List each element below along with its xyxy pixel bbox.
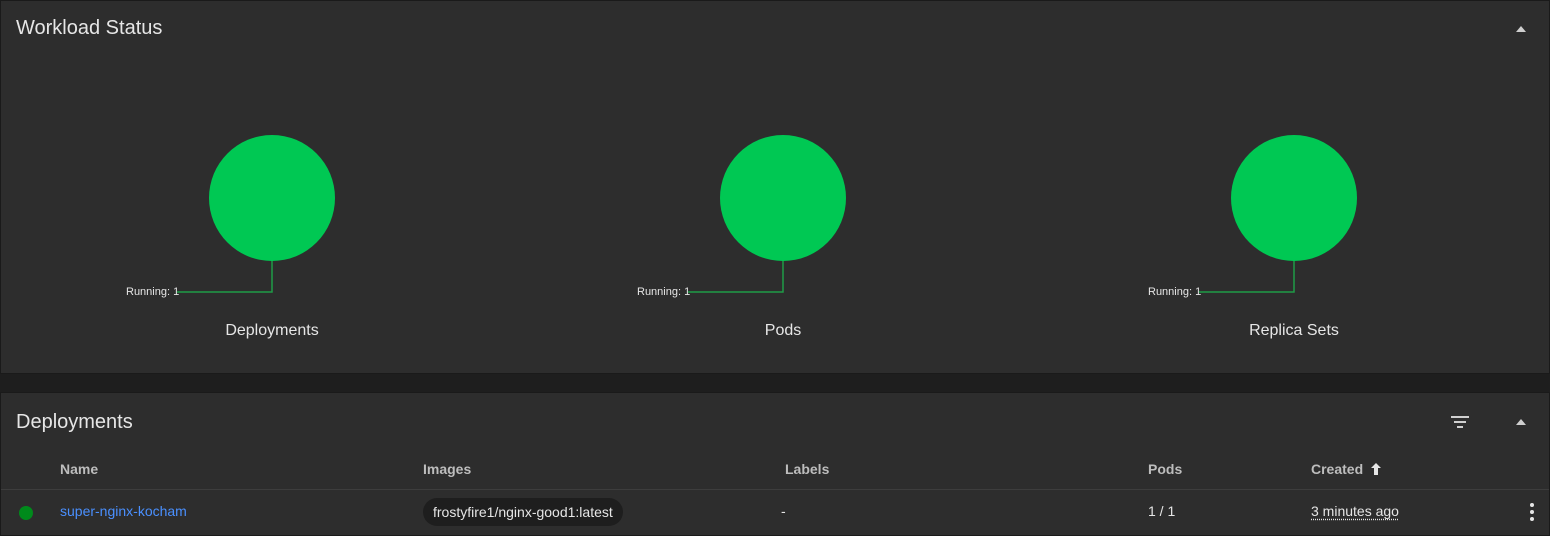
pods-pie xyxy=(688,135,846,293)
filter-button[interactable] xyxy=(1449,411,1471,433)
more-vert-icon xyxy=(1530,503,1534,521)
workload-status-card: Workload Status Running: 1 Deployments R… xyxy=(0,0,1550,374)
deployment-name-link[interactable]: super-nginx-kocham xyxy=(60,503,187,519)
replica-sets-chart: Running: 1 Replica Sets xyxy=(1144,101,1444,361)
collapse-workload-button[interactable] xyxy=(1511,19,1531,39)
replica-sets-pie xyxy=(1199,135,1357,293)
column-header-created[interactable]: Created xyxy=(1311,461,1382,477)
replica-sets-running-slice[interactable] xyxy=(1231,135,1357,261)
deployments-legend-leader xyxy=(177,261,273,293)
workload-status-title: Workload Status xyxy=(16,17,163,39)
deployments-running-label: Running: 1 xyxy=(126,286,180,298)
caret-up-icon xyxy=(1516,26,1526,32)
pods-chart: Running: 1 Pods xyxy=(633,101,933,361)
table-row: super-nginx-kocham frostyfire1/nginx-goo… xyxy=(1,490,1549,534)
column-header-images: Images xyxy=(423,461,472,477)
status-running-icon xyxy=(19,506,33,520)
replica-sets-legend-leader xyxy=(1199,261,1295,293)
deployments-title: Deployments xyxy=(16,411,133,433)
table-header: Name Images Labels Pods Created xyxy=(1,453,1549,490)
pods-value: 1 / 1 xyxy=(1148,503,1176,519)
replica-sets-running-label: Running: 1 xyxy=(1148,286,1202,298)
arrow-up-icon xyxy=(1371,463,1382,475)
deployments-pie xyxy=(177,135,335,293)
image-chip: frostyfire1/nginx-good1:latest xyxy=(423,498,623,526)
column-header-created-label: Created xyxy=(1311,461,1364,477)
labels-value: - xyxy=(781,503,786,519)
filter-icon xyxy=(1451,416,1469,428)
deployments-chart: Running: 1 Deployments xyxy=(122,101,422,361)
caret-up-icon xyxy=(1516,419,1526,425)
column-header-pods: Pods xyxy=(1148,461,1183,477)
row-actions-button[interactable] xyxy=(1529,502,1535,522)
pods-legend-leader xyxy=(688,261,784,293)
deployments-running-slice[interactable] xyxy=(209,135,335,261)
created-value: 3 minutes ago xyxy=(1311,503,1399,519)
column-header-labels: Labels xyxy=(785,461,830,477)
pods-running-label: Running: 1 xyxy=(637,286,691,298)
pods-chart-title: Pods xyxy=(764,322,802,339)
collapse-deployments-button[interactable] xyxy=(1511,412,1531,432)
deployments-card: Deployments Name Images Labels Pods Crea… xyxy=(0,392,1550,536)
column-header-name[interactable]: Name xyxy=(60,461,98,477)
replica-sets-chart-title: Replica Sets xyxy=(1249,322,1339,339)
deployments-chart-title: Deployments xyxy=(225,322,319,339)
pods-running-slice[interactable] xyxy=(720,135,846,261)
